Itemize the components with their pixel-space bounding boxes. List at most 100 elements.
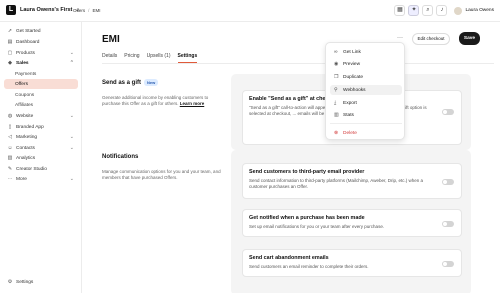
breadcrumb: Offers / EMI [73, 8, 100, 13]
edit-checkout-button[interactable]: Edit checkout [412, 33, 450, 45]
sidebar-item-label: Branded App [16, 124, 44, 130]
save-button[interactable]: Save [459, 32, 480, 45]
user-menu[interactable]: Laura Owens [454, 6, 494, 15]
sidebar-item-label: Products [16, 50, 35, 56]
top-actions: ▦ ✦ ⌕ ♪ Laura Owens [394, 5, 494, 16]
learn-more-link[interactable]: Learn more [180, 101, 205, 106]
menu-item-webhooks[interactable]: ⚲ Webhooks [330, 85, 402, 95]
sidebar-subitem-affiliates[interactable]: Affiliates [4, 100, 78, 110]
purchase-notify-toggle[interactable] [442, 221, 454, 227]
menu-item-stats[interactable]: ▥ Stats [330, 110, 402, 120]
rocket-icon: ➚ [7, 28, 13, 34]
section-title-send-gift: Send as a gift New [102, 79, 159, 87]
menu-item-export[interactable]: ⤓ Export [330, 98, 402, 108]
contacts-icon: ☺ [7, 145, 13, 151]
tab-divider [102, 63, 494, 64]
sidebar-item-settings[interactable]: ⚙ Settings [4, 277, 78, 287]
studio-icon: ✎ [7, 166, 13, 172]
menu-item-label: Get Link [343, 49, 361, 55]
menu-item-label: Stats [343, 112, 354, 118]
sidebar: ➚ Get Started ▤ Dashboard ▢ Products ⌄ ◆ Sale… [0, 22, 82, 293]
sidebar-item-sales[interactable]: ◆ Sales ⌃ [4, 58, 78, 68]
sidebar-item-analytics[interactable]: ▥ Analytics [4, 153, 78, 163]
magic-icon[interactable]: ✦ [408, 5, 420, 16]
eye-icon: ◉ [334, 61, 339, 67]
menu-item-delete[interactable]: ⊗ Delete [330, 128, 402, 138]
calendar-icon[interactable]: ▦ [394, 5, 406, 16]
dashboard-icon: ▤ [7, 39, 13, 45]
webhook-icon: ⚲ [334, 87, 338, 93]
sidebar-item-label: Sales [16, 60, 29, 66]
card-desc: Send customers an email reminder to comp… [249, 264, 369, 269]
card-desc: Send contact information to third-party … [249, 178, 423, 189]
breadcrumb-separator: / [88, 8, 90, 13]
tab-upsells[interactable]: Upsells (1) [147, 53, 171, 63]
tag-icon: ◆ [8, 60, 12, 66]
sidebar-item-label: Website [16, 113, 34, 119]
stats-icon: ▥ [334, 112, 339, 118]
menu-item-get-link[interactable]: ∞ Get Link [330, 47, 402, 57]
x-circle-icon: ⊗ [334, 130, 339, 136]
sidebar-item-creator-studio[interactable]: ✎ Creator Studio [4, 164, 78, 174]
menu-divider [330, 123, 402, 124]
more-options-icon[interactable]: ··· [397, 35, 403, 41]
chevron-down-icon: ⌄ [69, 176, 74, 182]
section-desc-send-gift: Generate additional income by enabling c… [102, 95, 227, 107]
brand-name: Laura Owens's First [20, 7, 73, 13]
notification-card-purchase: Get notified when a purchase has been ma… [242, 209, 462, 237]
sidebar-item-label: Creator Studio [16, 166, 47, 172]
menu-item-label: Webhooks [343, 87, 366, 93]
card-desc: Set up email notifications for you or yo… [249, 224, 385, 229]
brand-switcher[interactable]: L Laura Owens's First ▾ [6, 5, 78, 15]
globe-icon: ◍ [7, 113, 13, 119]
chevron-down-icon: ⌄ [69, 113, 74, 119]
tab-bar: Details Pricing Upsells (1) Settings [102, 53, 198, 63]
chart-icon: ▥ [7, 155, 13, 161]
sidebar-item-contacts[interactable]: ☺ Contacts ⌄ [4, 143, 78, 153]
sidebar-subitem-payments[interactable]: Payments [4, 69, 78, 79]
copy-icon: ❐ [334, 74, 339, 80]
cart-abandonment-toggle[interactable] [442, 261, 454, 267]
menu-item-label: Delete [343, 130, 357, 136]
main-content: EMI Details Pricing Upsells (1) Settings… [83, 22, 500, 293]
sidebar-item-branded-app[interactable]: ▯ Branded App [4, 122, 78, 132]
phone-icon: ▯ [8, 124, 12, 130]
sidebar-item-label: More [16, 176, 27, 182]
download-icon: ⤓ [334, 100, 337, 106]
breadcrumb-current: EMI [92, 8, 101, 13]
breadcrumb-offers[interactable]: Offers [73, 8, 85, 13]
gear-icon: ⚙ [7, 279, 13, 285]
chevron-down-icon: ⌄ [69, 145, 74, 151]
card-title: Get notified when a purchase has been ma… [249, 215, 365, 221]
chevron-up-icon: ⌃ [69, 60, 74, 66]
box-icon: ▢ [7, 50, 13, 56]
sidebar-item-website[interactable]: ◍ Website ⌄ [4, 111, 78, 121]
search-icon[interactable]: ⌕ [422, 5, 434, 16]
notification-card-cart: Send cart abandonment emails Send custom… [242, 249, 462, 277]
brand-logo: L [6, 5, 16, 15]
section-title-text: Send as a gift [102, 80, 142, 87]
bell-icon[interactable]: ♪ [436, 5, 448, 16]
menu-item-preview[interactable]: ◉ Preview [330, 59, 402, 69]
sidebar-item-more[interactable]: ⋯ More ⌄ [4, 174, 78, 184]
card-title: Send cart abandonment emails [249, 255, 329, 261]
notification-card-third-party: Send customers to third-party email prov… [242, 163, 462, 199]
sidebar-subitem-coupons[interactable]: Coupons [4, 90, 78, 100]
sidebar-item-label: Get Started [16, 28, 41, 34]
tab-settings[interactable]: Settings [177, 53, 198, 63]
sidebar-item-marketing[interactable]: ◁ Marketing ⌄ [4, 132, 78, 142]
menu-item-label: Duplicate [343, 74, 363, 80]
sidebar-item-get-started[interactable]: ➚ Get Started [4, 26, 78, 36]
tab-details[interactable]: Details [102, 53, 117, 63]
menu-item-label: Export [343, 100, 357, 106]
menu-item-duplicate[interactable]: ❐ Duplicate [330, 72, 402, 82]
card-title: Send customers to third-party email prov… [249, 169, 365, 175]
send-gift-toggle[interactable] [442, 109, 454, 115]
menu-item-label: Preview [343, 61, 361, 67]
sidebar-item-products[interactable]: ▢ Products ⌄ [4, 48, 78, 58]
sidebar-subitem-offers[interactable]: Offers [4, 79, 78, 89]
third-party-toggle[interactable] [442, 179, 454, 185]
avatar [454, 6, 463, 15]
sidebar-item-dashboard[interactable]: ▤ Dashboard [4, 37, 78, 47]
tab-pricing[interactable]: Pricing [124, 53, 139, 63]
